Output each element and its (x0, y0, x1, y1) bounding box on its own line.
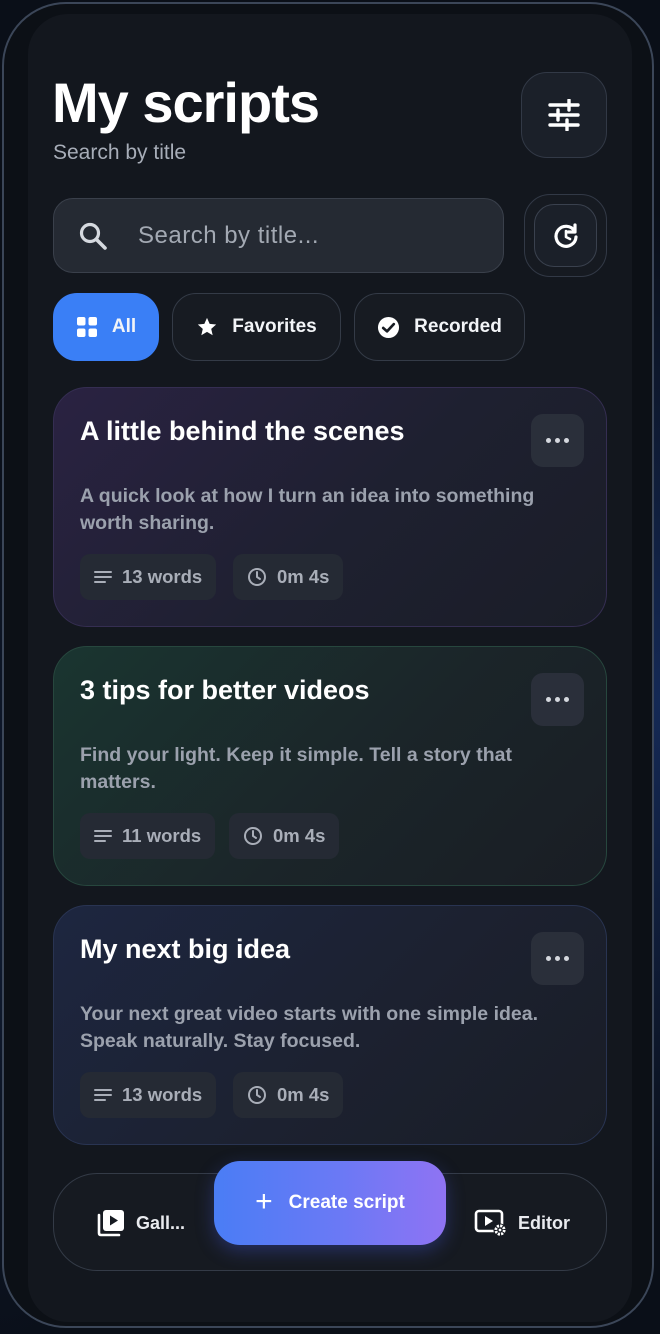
page-title: My scripts (52, 71, 320, 134)
script-description: Find your light. Keep it simple. Tell a … (80, 744, 512, 793)
nav-editor-label: Editor (518, 1212, 570, 1233)
page-subtitle: Search by title (53, 141, 187, 164)
lines-icon (94, 571, 112, 583)
lines-icon (94, 830, 112, 842)
more-dot (555, 697, 560, 702)
search-box (53, 198, 504, 273)
script-title: 3 tips for better videos (80, 675, 370, 705)
filter-chip-favorites[interactable]: Favorites (172, 293, 341, 361)
word-count-badge: 13 words (80, 1072, 217, 1118)
nav-gallery-button[interactable]: Gall... (96, 1174, 185, 1272)
duration-badge: 0m 4s (229, 813, 340, 859)
sliders-icon (548, 99, 580, 131)
duration: 0m 4s (273, 825, 326, 846)
filter-settings-button[interactable] (521, 72, 607, 158)
duration: 0m 4s (277, 1084, 330, 1105)
script-description: Your next great video starts with one si… (80, 1003, 539, 1052)
script-description: A quick look at how I turn an idea into … (80, 485, 535, 534)
clock-icon (248, 1086, 266, 1104)
more-dot (564, 438, 569, 443)
filter-chip-label: Recorded (414, 316, 502, 337)
refresh-button-inner (534, 204, 597, 267)
more-options-button[interactable] (531, 932, 584, 985)
filter-chip-recorded[interactable]: Recorded (354, 293, 525, 361)
nav-editor-button[interactable]: Editor (474, 1174, 570, 1272)
script-card[interactable]: 3 tips for better videos Find your light… (52, 646, 608, 897)
gallery-icon (97, 1210, 124, 1237)
star-icon (198, 317, 217, 336)
script-card[interactable]: A little behind the scenes A quick look … (52, 387, 608, 638)
script-title: My next big idea (80, 934, 291, 964)
script-title: A little behind the scenes (80, 416, 405, 446)
refresh-button[interactable] (524, 194, 607, 277)
more-options-button[interactable] (531, 673, 584, 726)
plus-icon: + (255, 1184, 273, 1218)
more-options-button[interactable] (531, 414, 584, 467)
refresh-icon (553, 222, 578, 248)
filter-chip-label: Favorites (232, 316, 317, 337)
create-script-button[interactable]: + Create script (214, 1161, 446, 1245)
filter-chip-label: All (111, 316, 137, 337)
more-dot (555, 956, 560, 961)
word-count: 13 words (122, 1084, 203, 1105)
video-settings-icon (474, 1209, 507, 1237)
script-card[interactable]: My next big idea Your next great video s… (52, 905, 608, 1156)
grid-icon (76, 317, 97, 337)
search-input[interactable] (136, 220, 480, 251)
lines-icon (94, 1089, 112, 1101)
more-dot (546, 956, 551, 961)
word-count-badge: 11 words (80, 813, 216, 859)
check-circle-icon (378, 316, 400, 338)
more-dot (546, 438, 551, 443)
word-count: 13 words (122, 566, 203, 587)
word-count-badge: 13 words (80, 554, 217, 600)
duration-badge: 0m 4s (233, 1072, 344, 1118)
filter-chip-all[interactable]: All (53, 293, 159, 361)
duration: 0m 4s (277, 566, 330, 587)
more-dot (546, 697, 551, 702)
clock-icon (244, 827, 262, 845)
nav-gallery-label: Gall... (136, 1212, 186, 1233)
more-dot (564, 956, 569, 961)
clock-icon (248, 568, 266, 586)
more-dot (564, 697, 569, 702)
duration-badge: 0m 4s (233, 554, 344, 600)
word-count: 11 words (122, 825, 202, 846)
more-dot (555, 438, 560, 443)
create-script-label: Create script (288, 1192, 405, 1213)
search-icon (78, 221, 108, 251)
